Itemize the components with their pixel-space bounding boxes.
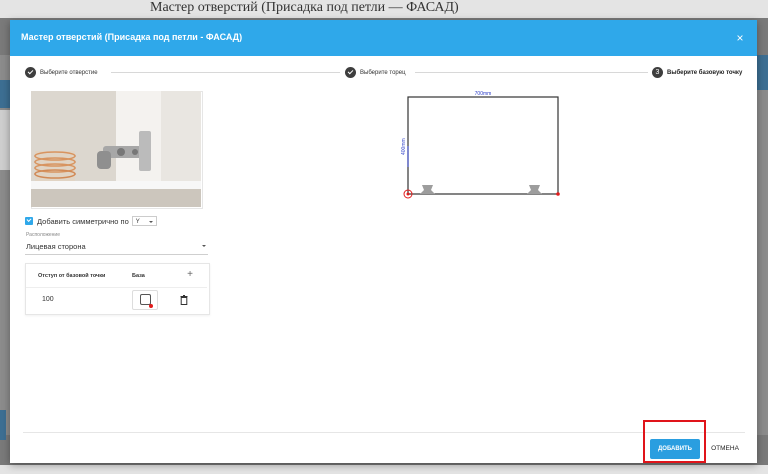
background-bottom-bar <box>0 465 768 474</box>
offset-value[interactable]: 100 <box>42 296 54 303</box>
height-dimension: 400mm <box>401 138 407 155</box>
row-divider <box>26 287 207 288</box>
axis-select[interactable]: Y <box>131 216 157 226</box>
check-icon <box>25 67 36 78</box>
edge-drawing: 700mm 400mm <box>401 91 560 199</box>
hole-wizard-dialog: Мастер отверстий (Присадка под петли - Ф… <box>10 20 757 463</box>
background-top-bar: Мастер отверстий (Присадка под петли — Ф… <box>0 0 768 18</box>
step-select-edge[interactable]: Выберите торец <box>345 67 406 78</box>
column-header-offset: Отступ от базовой точки <box>38 273 106 279</box>
symmetric-checkbox[interactable] <box>25 217 33 225</box>
add-button[interactable]: ДОБАВИТЬ <box>650 439 700 459</box>
step-label: Выберите базовую точку <box>667 69 743 76</box>
trash-icon[interactable] <box>180 295 188 305</box>
base-point-selector[interactable] <box>132 290 158 310</box>
check-icon <box>345 67 356 78</box>
step-label: Выберите отверстие <box>40 69 98 76</box>
column-header-base: База <box>132 273 145 279</box>
step-connector <box>111 72 340 73</box>
base-point-dot <box>406 192 410 196</box>
footer-divider <box>23 432 745 433</box>
close-icon[interactable]: × <box>731 29 749 47</box>
symmetric-label: Добавить симметрично по <box>37 216 129 226</box>
location-value: Лицевая сторона <box>26 242 86 251</box>
wizard-stepper: Выберите отверстие Выберите торец 3 Выбе… <box>10 56 757 86</box>
width-dimension: 700mm <box>475 91 492 97</box>
base-point-dot[interactable] <box>556 192 560 196</box>
location-select[interactable]: Расположение Лицевая сторона <box>25 232 208 255</box>
add-row-icon[interactable]: + <box>187 269 193 280</box>
hinge-photo <box>31 91 201 207</box>
step-connector <box>415 72 648 73</box>
step-number: 3 <box>652 67 663 78</box>
cancel-button[interactable]: ОТМЕНА <box>705 439 745 459</box>
chevron-down-icon <box>202 245 206 247</box>
panel-outline <box>407 96 559 195</box>
offsets-table: Отступ от базовой точки База + 100 <box>25 263 210 315</box>
step-label: Выберите торец <box>360 69 406 76</box>
step-select-hole[interactable]: Выберите отверстие <box>25 67 98 78</box>
background-left-edge <box>0 410 6 440</box>
symmetric-row: Добавить симметрично по Y <box>25 216 157 226</box>
base-point-marker <box>149 304 153 308</box>
step-select-base-point[interactable]: 3 Выберите базовую точку <box>652 67 742 78</box>
location-label: Расположение <box>26 232 60 238</box>
dialog-header: Мастер отверстий (Присадка под петли - Ф… <box>10 20 757 56</box>
dialog-title: Мастер отверстий (Присадка под петли - Ф… <box>21 32 243 42</box>
